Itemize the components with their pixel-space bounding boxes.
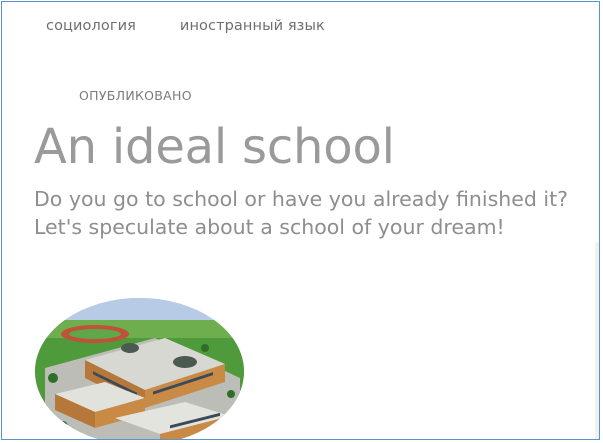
scroll-track[interactable] — [595, 242, 599, 439]
tag-sociology[interactable]: социология — [46, 18, 136, 34]
publication-status: ОПУБЛИКОВАНО — [79, 88, 192, 103]
cover-image[interactable] — [35, 298, 244, 439]
article-title: An ideal school — [34, 119, 395, 175]
category-tags: социология иностранный язык — [46, 18, 325, 34]
article-description: Do you go to school or have you already … — [34, 187, 569, 239]
tag-foreign-language[interactable]: иностранный язык — [180, 18, 325, 34]
school-building-illustration — [35, 298, 244, 439]
page-frame: социология иностранный язык ОПУБЛИКОВАНО… — [1, 1, 600, 440]
